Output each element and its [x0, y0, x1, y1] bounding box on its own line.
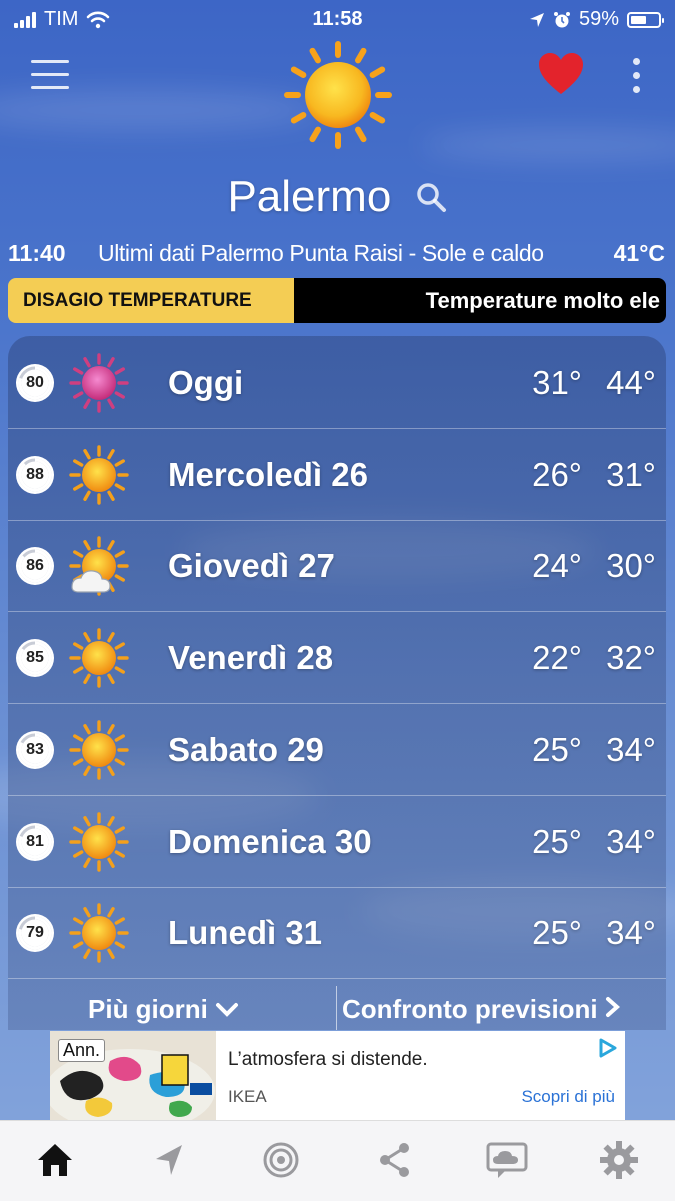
- chevron-down-icon: [216, 1003, 239, 1017]
- location-icon: [529, 12, 544, 27]
- comfort-index-badge: 81: [14, 821, 56, 863]
- chat-cloud-icon[interactable]: [486, 1139, 528, 1181]
- forecast-day: Venerdì 28: [168, 639, 334, 677]
- forecast-row[interactable]: 80 Oggi 31° 44°: [8, 336, 666, 429]
- ad-cta-button[interactable]: Scopri di più: [521, 1087, 615, 1107]
- adchoices-icon[interactable]: [597, 1037, 619, 1059]
- search-icon[interactable]: [414, 180, 448, 214]
- more-days-label: Più giorni: [88, 994, 208, 1024]
- ad-advertiser: IKEA: [228, 1087, 267, 1106]
- observation-description: Ultimi dati Palermo Punta Raisi - Sole e…: [98, 239, 544, 266]
- forecast-min-temp: 25°: [532, 730, 582, 768]
- forecast-max-temp: 34°: [606, 822, 656, 860]
- forecast-row[interactable]: 83 Sabato 29 25° 34°: [8, 703, 666, 796]
- hot-sun-icon: [68, 352, 130, 414]
- comfort-index-value: 79: [26, 924, 44, 942]
- forecast-max-temp: 34°: [606, 914, 656, 952]
- comfort-index-value: 83: [26, 740, 44, 758]
- forecast-min-temp: 25°: [532, 914, 582, 952]
- forecast-list: 80 Oggi 31° 44° 88 Mercoledì 26 26° 31° 86 Gioved…: [8, 336, 666, 1030]
- menu-icon[interactable]: [31, 60, 69, 90]
- observation-time: 11:40: [8, 239, 66, 266]
- ad-badge: Ann.: [58, 1039, 106, 1062]
- forecast-day: Lunedì 31: [168, 914, 323, 952]
- location-arrow-icon[interactable]: [148, 1139, 190, 1181]
- sun-icon: [68, 444, 130, 506]
- city-name: Palermo: [227, 172, 392, 222]
- forecast-day: Sabato 29: [168, 730, 324, 768]
- current-observation[interactable]: 11:40 Ultimi dati Palermo Punta Raisi - …: [8, 236, 665, 270]
- comfort-index-badge: 80: [14, 362, 56, 404]
- forecast-day: Oggi: [168, 364, 244, 401]
- sun-icon: [68, 719, 130, 781]
- comfort-index-badge: 85: [14, 637, 56, 679]
- sun-icon: [284, 41, 392, 149]
- forecast-min-temp: 26°: [532, 455, 582, 493]
- alarm-icon: [553, 11, 570, 27]
- home-icon[interactable]: [34, 1139, 76, 1181]
- forecast-row[interactable]: 79 Lunedì 31 25° 34°: [8, 886, 666, 980]
- forecast-row[interactable]: 81 Domenica 30 25° 34°: [8, 795, 666, 888]
- radar-icon[interactable]: [260, 1139, 302, 1181]
- sun-icon: [68, 902, 130, 964]
- comfort-index-value: 85: [26, 649, 44, 667]
- battery-percent: 59%: [578, 8, 619, 30]
- comfort-index-badge: 79: [14, 912, 56, 954]
- ad-image[interactable]: Ann.: [50, 1031, 216, 1120]
- forecast-row[interactable]: 88 Mercoledì 26 26° 31°: [8, 428, 666, 521]
- forecast-max-temp: 30°: [606, 547, 656, 585]
- forecast-row[interactable]: 85 Venerdì 28 22° 32°: [8, 611, 666, 705]
- observation-temperature: 41°C: [613, 239, 665, 266]
- weather-alert-banner[interactable]: DISAGIO TEMPERATURE Temperature molto el…: [8, 278, 666, 323]
- forecast-min-temp: 24°: [532, 547, 582, 585]
- status-bar: TIM 11:58 59%: [0, 0, 675, 38]
- compare-forecast-button[interactable]: Confronto previsioni: [342, 994, 621, 1025]
- forecast-min-temp: 22°: [532, 639, 582, 677]
- chevron-right-icon: [605, 997, 620, 1017]
- forecast-max-temp: 44°: [606, 364, 656, 401]
- comfort-index-value: 88: [26, 465, 44, 483]
- comfort-index-value: 80: [26, 374, 44, 391]
- ad-banner[interactable]: Ann. L’atmosfera si distende. IKEA Scopr…: [50, 1031, 625, 1120]
- comfort-index-badge: 83: [14, 729, 56, 771]
- sun-cloud-icon: [68, 535, 130, 597]
- forecast-day: Giovedì 27: [168, 547, 335, 585]
- comfort-index-badge: 86: [14, 545, 56, 587]
- alert-label: DISAGIO TEMPERATURE: [8, 278, 294, 323]
- forecast-max-temp: 34°: [606, 730, 656, 768]
- more-days-button[interactable]: Più giorni: [88, 994, 239, 1025]
- divider: [336, 986, 337, 1030]
- forecast-row[interactable]: 86 Giovedì 27 24° 30°: [8, 519, 666, 613]
- more-options-icon[interactable]: [630, 58, 642, 96]
- comfort-index-badge: 88: [14, 454, 56, 496]
- tab-bar: [0, 1120, 675, 1201]
- alert-message: Temperature molto ele: [294, 278, 666, 323]
- forecast-max-temp: 32°: [606, 639, 656, 677]
- forecast-max-temp: 31°: [606, 455, 656, 493]
- sun-icon: [68, 811, 130, 873]
- comfort-index-value: 81: [26, 832, 44, 850]
- forecast-min-temp: 31°: [532, 364, 582, 401]
- forecast-day: Mercoledì 26: [168, 455, 368, 493]
- comfort-index-value: 86: [26, 557, 44, 575]
- sun-icon: [68, 627, 130, 689]
- forecast-footer: Più giorni Confronto previsioni: [8, 980, 666, 1030]
- forecast-day: Domenica 30: [168, 822, 372, 860]
- share-icon[interactable]: [374, 1139, 416, 1181]
- city-header: Palermo: [0, 170, 675, 222]
- favorite-heart-icon[interactable]: [538, 52, 584, 96]
- battery-icon: [627, 11, 664, 28]
- gear-icon[interactable]: [598, 1139, 640, 1181]
- forecast-min-temp: 25°: [532, 822, 582, 860]
- ad-headline: L’atmosfera si distende.: [228, 1049, 428, 1070]
- compare-forecast-label: Confronto previsioni: [342, 994, 598, 1024]
